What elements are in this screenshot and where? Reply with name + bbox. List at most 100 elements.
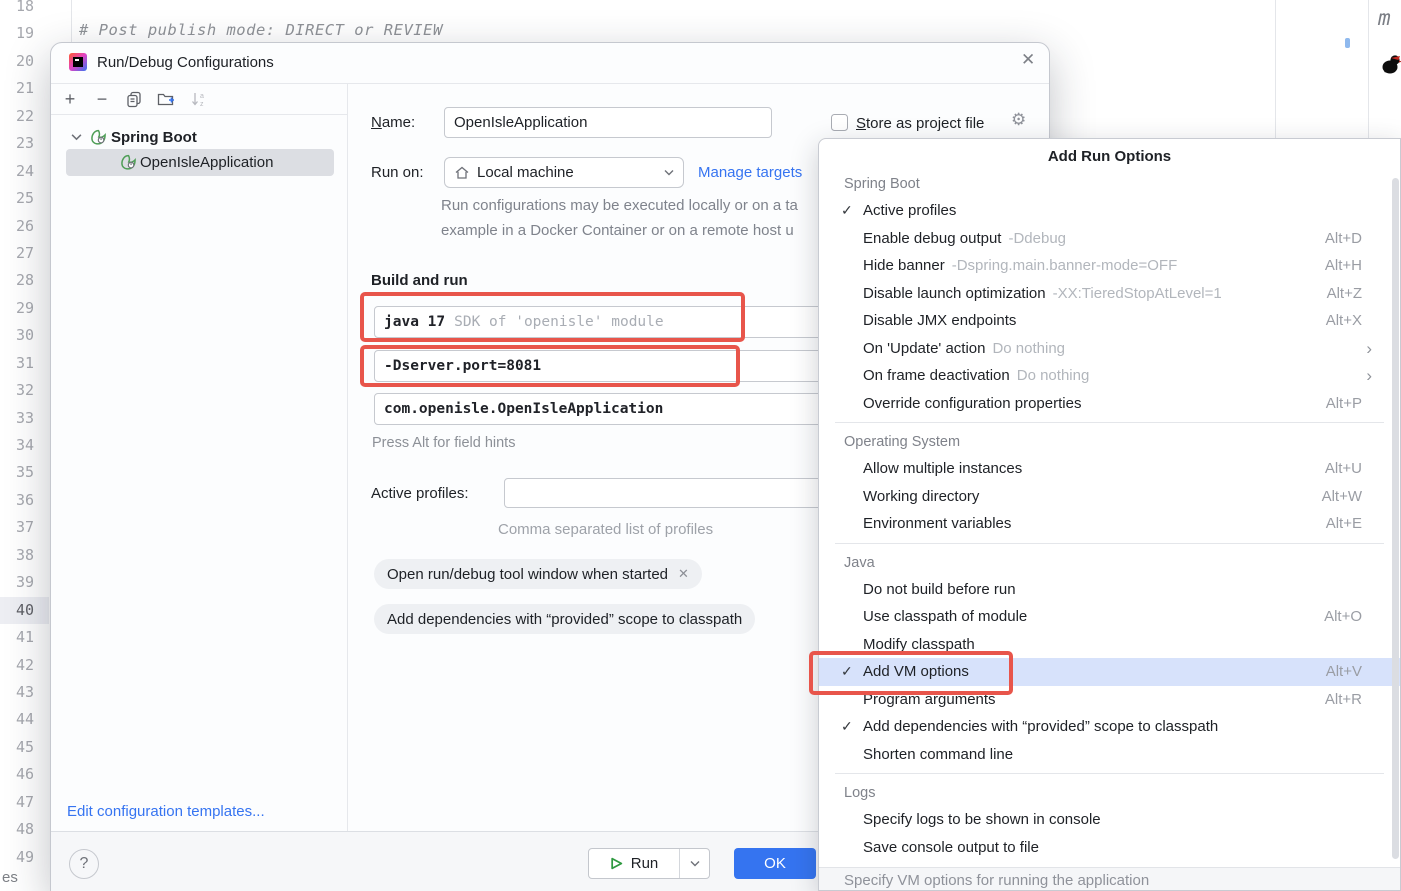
menu-section-header: Spring Boot [819, 171, 1400, 197]
sort-alphabetically-icon[interactable]: a z [187, 88, 209, 110]
copy-icon[interactable] [123, 88, 145, 110]
name-value: OpenIsleApplication [454, 114, 587, 131]
line-number: 38 [0, 542, 34, 569]
menu-item[interactable]: Disable launch optimization-XX:TieredSto… [819, 280, 1400, 308]
line-number: 25 [0, 185, 34, 212]
run-on-value: Local machine [477, 164, 574, 181]
menu-item-hint: -Dspring.main.banner-mode=OFF [952, 257, 1178, 274]
line-number: 26 [0, 213, 34, 240]
menu-item-label: Shorten command line [863, 746, 1013, 763]
menu-item[interactable]: Disable JMX endpointsAlt+X [819, 307, 1400, 335]
menu-item[interactable]: Working directoryAlt+W [819, 483, 1400, 511]
tag-label: Add dependencies with “provided” scope t… [387, 611, 742, 628]
menu-item-label: Program arguments [863, 691, 996, 708]
menu-item[interactable]: Allow multiple instancesAlt+U [819, 455, 1400, 483]
run-on-help-line1: Run configurations may be executed local… [441, 197, 798, 214]
menu-item-hint: Do nothing [992, 340, 1065, 357]
menu-item[interactable]: Shorten command line [819, 741, 1400, 769]
menu-item[interactable]: On 'Update' actionDo nothing› [819, 335, 1400, 363]
tree-group-spring-boot[interactable]: Spring Boot [71, 124, 197, 150]
jre-hint: SDK of 'openisle' module [454, 314, 664, 330]
line-number: 21 [0, 75, 34, 102]
line-number: 35 [0, 459, 34, 486]
menu-item[interactable]: Environment variablesAlt+E [819, 510, 1400, 538]
menu-divider [835, 773, 1384, 774]
panel-divider [347, 83, 348, 831]
remove-tag-icon[interactable]: ✕ [678, 566, 689, 582]
line-number: 36 [0, 487, 34, 514]
run-on-help-line2: example in a Docker Container or on a re… [441, 222, 794, 239]
menu-item[interactable]: Override configuration propertiesAlt+P [819, 390, 1400, 418]
intellij-logo-icon [69, 53, 87, 71]
active-profiles-hint: Comma separated list of profiles [498, 521, 713, 538]
run-options-dropdown[interactable] [679, 849, 709, 878]
build-and-run-heading: Build and run [371, 272, 468, 289]
run-on-select[interactable]: Local machine [444, 157, 684, 188]
menu-item[interactable]: ✓Add dependencies with “provided” scope … [819, 713, 1400, 741]
chevron-down-icon [690, 860, 700, 867]
tag-add-provided-dependencies[interactable]: Add dependencies with “provided” scope t… [374, 604, 755, 634]
menu-divider [835, 422, 1384, 423]
tree-item-openisleapplication[interactable]: OpenIsleApplication [66, 149, 334, 176]
main-class-value: com.openisle.OpenIsleApplication [384, 401, 663, 417]
line-number: 31 [0, 350, 34, 377]
menu-item-label: On frame deactivation [863, 367, 1010, 384]
menu-item[interactable]: Specify logs to be shown in console [819, 806, 1400, 834]
menu-item-label: Modify classpath [863, 636, 975, 653]
popup-scrollbar[interactable] [1392, 178, 1399, 859]
menu-item-label: Working directory [863, 488, 979, 505]
menu-item-hint: Do nothing [1017, 367, 1090, 384]
menu-item-label: Add VM options [863, 663, 969, 680]
menu-item[interactable]: Program argumentsAlt+R [819, 686, 1400, 714]
main-class-input[interactable]: com.openisle.OpenIsleApplication [374, 393, 829, 425]
menu-item[interactable]: Enable debug output-DdebugAlt+D [819, 225, 1400, 253]
spring-boot-icon [120, 154, 137, 171]
submenu-arrow-icon: › [1366, 367, 1372, 384]
checkmark-icon: ✓ [841, 663, 863, 680]
menu-item-shortcut: Alt+E [1326, 515, 1362, 532]
line-number: 49 [0, 844, 34, 871]
menu-item-shortcut: Alt+P [1326, 395, 1362, 412]
name-input[interactable]: OpenIsleApplication [444, 107, 772, 138]
edit-configuration-templates-link[interactable]: Edit configuration templates... [67, 803, 265, 820]
gear-icon[interactable]: ⚙ [1011, 110, 1026, 130]
menu-item-label: Enable debug output [863, 230, 1001, 247]
menu-item-label: Do not build before run [863, 581, 1016, 598]
new-folder-icon[interactable] [155, 88, 177, 110]
menu-item-shortcut: Alt+U [1325, 460, 1362, 477]
menu-item-label: Active profiles [863, 202, 956, 219]
menu-item[interactable]: Save console output to file [819, 834, 1400, 862]
line-number: 41 [0, 624, 34, 651]
submenu-arrow-icon: › [1366, 340, 1372, 357]
line-number: 39 [0, 569, 34, 596]
tree-toolbar: + − a z [59, 88, 209, 110]
menu-item[interactable]: Do not build before run [819, 576, 1400, 604]
menu-item[interactable]: Hide banner-Dspring.main.banner-mode=OFF… [819, 252, 1400, 280]
dialog-title: Run/Debug Configurations [97, 54, 274, 71]
vm-options-input[interactable]: -Dserver.port=8081 [374, 350, 829, 382]
menu-item[interactable]: ✓Active profiles [819, 197, 1400, 225]
run-split-button[interactable]: Run [588, 848, 710, 879]
add-icon[interactable]: + [59, 88, 81, 110]
close-icon[interactable]: ✕ [1021, 50, 1035, 70]
bird-icon[interactable] [1381, 52, 1401, 81]
menu-item[interactable]: Modify classpath [819, 631, 1400, 659]
jre-value: java 17 [384, 314, 445, 330]
menu-section-header: Operating System [819, 429, 1400, 455]
menu-item[interactable]: On frame deactivation Do nothing › [819, 362, 1400, 390]
line-number: 47 [0, 789, 34, 816]
help-button[interactable]: ? [69, 849, 99, 879]
store-as-project-file-checkbox[interactable] [831, 114, 848, 131]
menu-item[interactable]: Use classpath of moduleAlt+O [819, 603, 1400, 631]
active-profiles-input[interactable] [504, 478, 829, 508]
tag-open-tool-window[interactable]: Open run/debug tool window when started … [374, 559, 702, 589]
editor-gutter: 1819202122232425262728293031323334353637… [0, 0, 34, 871]
jre-input[interactable]: java 17 SDK of 'openisle' module [374, 306, 829, 338]
spring-boot-icon [90, 129, 107, 146]
menu-item[interactable]: ✓Add VM optionsAlt+V [819, 658, 1400, 686]
menu-item-label: Use classpath of module [863, 608, 1027, 625]
remove-icon[interactable]: − [91, 88, 113, 110]
checkmark-icon: ✓ [841, 718, 863, 735]
ok-button[interactable]: OK [734, 848, 816, 879]
manage-targets-link[interactable]: Manage targets [698, 164, 802, 181]
